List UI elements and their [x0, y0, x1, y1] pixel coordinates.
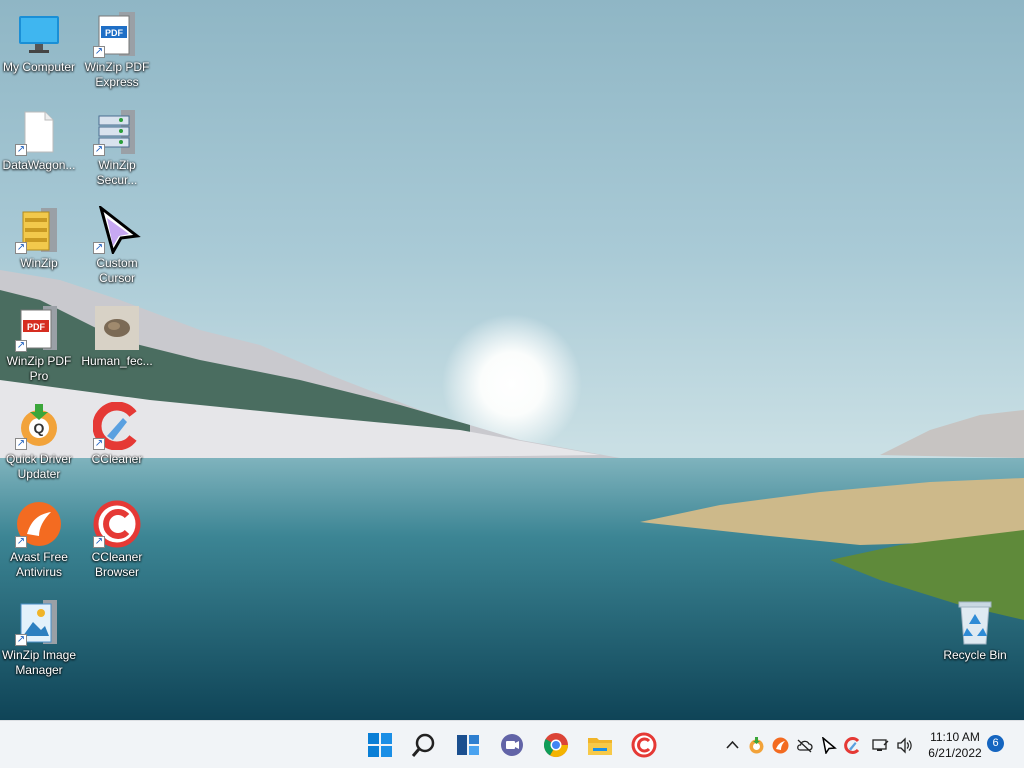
- shortcut-arrow-icon: ↗: [93, 242, 105, 254]
- shortcut-arrow-icon: ↗: [93, 536, 105, 548]
- desktop-icon-ccleaner[interactable]: ↗ CCleaner: [78, 400, 156, 492]
- desktop-icon-label: Human_fec...: [81, 354, 153, 368]
- tray-quick-driver-updater[interactable]: [746, 735, 766, 755]
- desktop-icon-winzip-secure[interactable]: ↗ WinZip Secur...: [78, 106, 156, 198]
- recycle-bin-icon: [958, 601, 992, 645]
- volume-icon: [896, 736, 912, 754]
- avast-tray-icon: [772, 737, 788, 753]
- clock-date: 6/21/2022: [928, 746, 982, 760]
- chrome-button[interactable]: [540, 729, 572, 761]
- svg-text:PDF: PDF: [27, 322, 46, 332]
- desktop-icon-winzip-pdf-pro[interactable]: PDF ↗ WinZip PDF Pro: [0, 302, 78, 394]
- shortcut-arrow-icon: ↗: [15, 536, 27, 548]
- widgets-icon: [457, 735, 479, 755]
- chrome-icon: [543, 733, 568, 758]
- desktop-icon-label: My Computer: [2, 60, 76, 74]
- desktop-icon-label: Avast Free Antivirus: [10, 550, 68, 579]
- desktop-icon-label: WinZip Image Manager: [1, 648, 77, 677]
- desktop-icon-my-computer[interactable]: My Computer: [0, 8, 78, 100]
- cursor-tray-icon: [821, 736, 837, 754]
- tray-onedrive[interactable]: [794, 735, 814, 755]
- desktop-icon-label: WinZip: [20, 256, 58, 270]
- desktop-icon-label: CCleaner: [91, 452, 143, 466]
- desktop-icon-recycle-bin[interactable]: Recycle Bin: [936, 596, 1014, 688]
- desktop-icon-label: WinZip Secur...: [96, 158, 138, 187]
- desktop-icon-label: WinZip PDF Express: [84, 60, 150, 89]
- desktop-icon-label: CCleaner Browser: [91, 550, 143, 579]
- desktop-icon-label: Quick Driver Updater: [5, 452, 72, 481]
- svg-text:PDF: PDF: [105, 28, 124, 38]
- tray-network[interactable]: [870, 735, 890, 755]
- cloud-offline-icon: [796, 739, 813, 752]
- desktop-icon-label: WinZip PDF Pro: [6, 354, 72, 383]
- search-icon: [411, 733, 435, 757]
- shortcut-arrow-icon: ↗: [15, 242, 27, 254]
- tray-custom-cursor[interactable]: [818, 735, 838, 755]
- file-explorer-button[interactable]: [584, 729, 616, 761]
- teams-chat-button[interactable]: [496, 729, 528, 761]
- shortcut-arrow-icon: ↗: [15, 144, 27, 156]
- desktop-icon-winzip-pdf-express[interactable]: PDF ↗ WinZip PDF Express: [78, 8, 156, 100]
- ccleaner-browser-taskbar-button[interactable]: [628, 729, 660, 761]
- desktop-icon-label: Recycle Bin: [943, 648, 1007, 662]
- teams-chat-icon: [501, 734, 523, 756]
- file-explorer-icon: [588, 738, 612, 755]
- desktop-icon-ccleaner-browser[interactable]: ↗ CCleaner Browser: [78, 498, 156, 590]
- shortcut-arrow-icon: ↗: [93, 144, 105, 156]
- desktop-icon-winzip-image-manager[interactable]: ↗ WinZip Image Manager: [0, 596, 78, 688]
- shortcut-arrow-icon: ↗: [93, 46, 105, 58]
- desktop-icon-label: Custom Cursor: [96, 256, 138, 285]
- taskbar: 11:10 AM 6/21/2022: [0, 720, 1024, 768]
- search-button[interactable]: [408, 729, 440, 761]
- start-icon: [368, 733, 392, 757]
- monitor-icon: [19, 16, 59, 53]
- tray-volume[interactable]: [894, 735, 914, 755]
- start-button[interactable]: [364, 729, 396, 761]
- quick-driver-tray-icon: [749, 736, 763, 753]
- chevron-up-icon: [725, 740, 739, 749]
- image-thumbnail-icon: [95, 306, 139, 350]
- desktop-icon-quick-driver-updater[interactable]: Q ↗ Quick Driver Updater: [0, 400, 78, 492]
- shortcut-arrow-icon: ↗: [15, 340, 27, 352]
- tray-ccleaner[interactable]: [842, 735, 862, 755]
- network-icon: [871, 738, 888, 751]
- desktop-icon-custom-cursor[interactable]: ↗ Custom Cursor: [78, 204, 156, 296]
- tray-avast[interactable]: [770, 735, 790, 755]
- ccleaner-browser-icon: [631, 732, 657, 758]
- shortcut-arrow-icon: ↗: [15, 438, 27, 450]
- clock[interactable]: 11:10 AM 6/21/2022: [920, 729, 990, 761]
- desktop-icon-winzip[interactable]: ↗ WinZip: [0, 204, 78, 296]
- shortcut-arrow-icon: ↗: [15, 634, 27, 646]
- widgets-button[interactable]: [452, 729, 484, 761]
- show-hidden-icons-button[interactable]: [722, 735, 742, 755]
- desktop-icon-avast[interactable]: ↗ Avast Free Antivirus: [0, 498, 78, 590]
- desktop-icon-datawagon[interactable]: ↗ DataWagon...: [0, 106, 78, 198]
- ccleaner-tray-icon: [843, 736, 859, 754]
- notification-count-badge[interactable]: 6: [987, 735, 1004, 752]
- svg-text:Q: Q: [34, 420, 45, 436]
- desktop-icon-human-image[interactable]: Human_fec...: [78, 302, 156, 394]
- shortcut-arrow-icon: ↗: [93, 438, 105, 450]
- clock-time: 11:10 AM: [930, 730, 980, 744]
- desktop-icon-label: DataWagon...: [2, 158, 76, 172]
